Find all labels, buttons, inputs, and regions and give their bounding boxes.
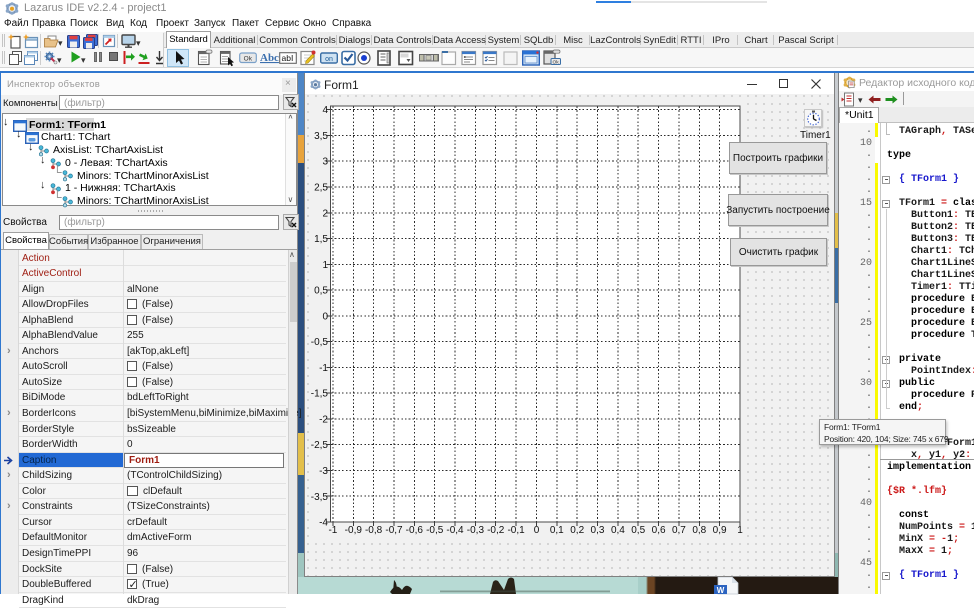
svg-text:0,7: 0,7 (672, 525, 686, 536)
svg-text:0,1: 0,1 (550, 525, 564, 536)
svg-text:Ok: Ok (553, 59, 560, 65)
svg-text:2,5: 2,5 (314, 183, 328, 194)
svg-text:0: 0 (322, 311, 328, 322)
svg-text:-0,7: -0,7 (385, 525, 403, 536)
svg-text:0,6: 0,6 (652, 525, 666, 536)
svg-text:-0,3: -0,3 (467, 525, 485, 536)
svg-text:1: 1 (322, 260, 328, 271)
svg-text:1,5: 1,5 (314, 234, 328, 245)
svg-text:-0,6: -0,6 (406, 525, 424, 536)
svg-text:0,9: 0,9 (713, 525, 727, 536)
svg-text:-0,5: -0,5 (311, 337, 329, 348)
svg-text:-0,2: -0,2 (487, 525, 505, 536)
svg-text:1: 1 (737, 525, 743, 536)
svg-text:-1,5: -1,5 (311, 389, 329, 400)
svg-text:-0,4: -0,4 (446, 525, 464, 536)
svg-text:4: 4 (322, 105, 328, 116)
svg-text:on: on (325, 56, 333, 63)
svg-text:-4: -4 (319, 518, 328, 529)
svg-text:0: 0 (534, 525, 540, 536)
svg-text:-1: -1 (328, 525, 337, 536)
svg-text:-2: -2 (319, 414, 328, 425)
svg-text:0,5: 0,5 (314, 286, 328, 297)
svg-text:-0,5: -0,5 (426, 525, 444, 536)
svg-text:Ok: Ok (244, 56, 253, 63)
svg-text:-3: -3 (319, 466, 328, 477)
svg-text:abI: abI (282, 53, 294, 63)
svg-text:-2,5: -2,5 (311, 440, 329, 451)
svg-text:3,5: 3,5 (314, 131, 328, 142)
svg-text:0,3: 0,3 (591, 525, 605, 536)
svg-text:-0,9: -0,9 (345, 525, 363, 536)
svg-text:-1: -1 (319, 363, 328, 374)
svg-text:0,2: 0,2 (570, 525, 584, 536)
svg-text:-0,1: -0,1 (507, 525, 525, 536)
svg-text:0,8: 0,8 (692, 525, 706, 536)
svg-text:2: 2 (322, 208, 328, 219)
svg-text:0,4: 0,4 (611, 525, 625, 536)
svg-text:-3,5: -3,5 (311, 492, 329, 503)
svg-text:0,5: 0,5 (631, 525, 645, 536)
svg-text:3: 3 (322, 157, 328, 168)
svg-text:Abc: Abc (260, 52, 279, 64)
svg-text:-0,8: -0,8 (365, 525, 383, 536)
